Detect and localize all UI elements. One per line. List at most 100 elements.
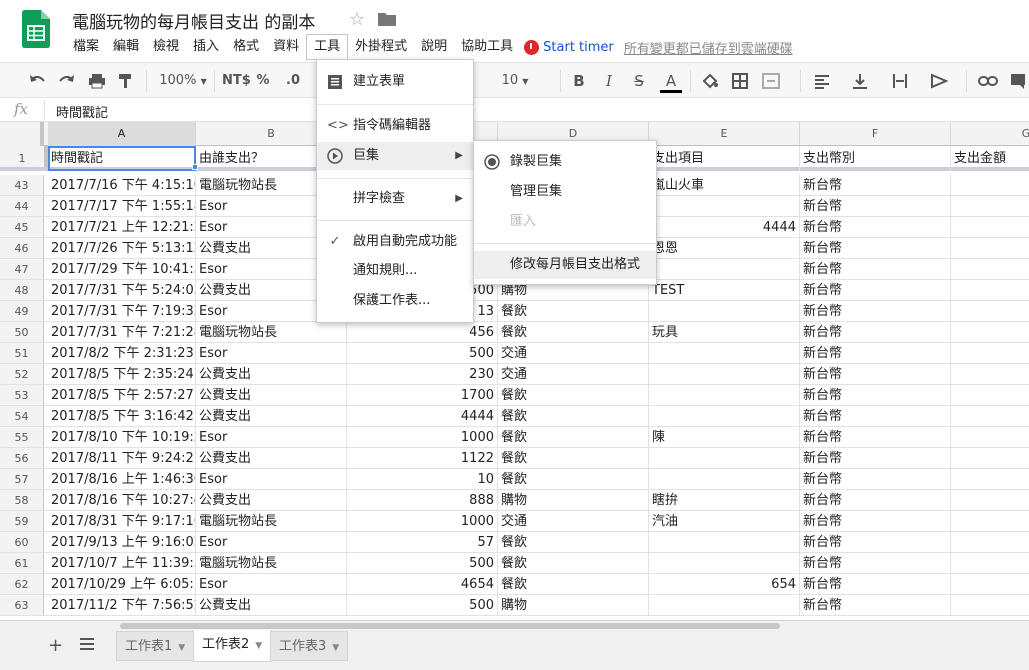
cell-total[interactable]	[951, 217, 1029, 238]
cell-category[interactable]: 餐飲	[498, 448, 649, 469]
cell-item[interactable]: 4444	[649, 217, 800, 238]
column-header-e[interactable]: E	[649, 122, 800, 146]
cell-timestamp[interactable]: 2017/7/29 下午 10:41:51	[48, 259, 196, 280]
cell-currency[interactable]: 新台幣	[800, 217, 951, 238]
cell-total[interactable]	[951, 595, 1029, 616]
cell-amount[interactable]: 500	[347, 595, 498, 616]
menu-item-script-editor[interactable]: <> 指令碼編輯器	[317, 112, 473, 140]
percent-format-button[interactable]: %	[254, 71, 272, 91]
cell-timestamp[interactable]: 2017/7/31 下午 7:19:32	[48, 301, 196, 322]
cell-item[interactable]: 汽油	[649, 511, 800, 532]
menu-edit[interactable]: 編輯	[106, 34, 146, 60]
menu-item-macro-format[interactable]: 修改每月帳目支出格式	[474, 251, 656, 279]
all-sheets-icon[interactable]	[80, 638, 94, 650]
cell-category[interactable]: 餐飲	[498, 406, 649, 427]
cell-amount[interactable]: 4444	[347, 406, 498, 427]
cell-item[interactable]	[649, 406, 800, 427]
menu-insert[interactable]: 插入	[186, 34, 226, 60]
cell-item[interactable]: 恩恩	[649, 238, 800, 259]
menu-item-autocomplete[interactable]: ✓ 啟用自動完成功能	[317, 228, 473, 256]
cell-category[interactable]: 餐飲	[498, 532, 649, 553]
cell-payer[interactable]: Esor	[196, 469, 347, 490]
cell-item[interactable]: 瞎拚	[649, 490, 800, 511]
cell-total[interactable]	[951, 469, 1029, 490]
cell-item[interactable]	[649, 553, 800, 574]
cell-category[interactable]: 餐飲	[498, 322, 649, 343]
insert-comment-icon[interactable]	[1010, 73, 1026, 89]
cell-category[interactable]: 餐飲	[498, 427, 649, 448]
cell-category[interactable]: 餐飲	[498, 469, 649, 490]
sheet-tab-2[interactable]: 工作表2 ▼	[193, 630, 272, 662]
sheet-tab-1[interactable]: 工作表1 ▼	[116, 631, 195, 661]
menu-file[interactable]: 檔案	[66, 34, 106, 60]
cell-currency[interactable]: 新台幣	[800, 406, 951, 427]
cell-currency[interactable]: 新台幣	[800, 175, 951, 196]
start-timer-button[interactable]: Start timer	[524, 39, 614, 55]
row-number[interactable]: 63	[0, 595, 44, 615]
cell-category[interactable]: 餐飲	[498, 574, 649, 595]
cell-f1[interactable]: 支出幣別	[800, 146, 951, 171]
row-number[interactable]: 54	[0, 406, 44, 426]
menu-item-notification-rules[interactable]: 通知規則...	[317, 257, 473, 285]
row-number[interactable]: 50	[0, 322, 44, 342]
cell-category[interactable]: 購物	[498, 490, 649, 511]
cell-currency[interactable]: 新台幣	[800, 427, 951, 448]
cell-total[interactable]	[951, 196, 1029, 217]
cell-payer[interactable]: 電腦玩物站長	[196, 511, 347, 532]
cell-total[interactable]	[951, 364, 1029, 385]
cell-category[interactable]: 交通	[498, 364, 649, 385]
cell-currency[interactable]: 新台幣	[800, 238, 951, 259]
row-number[interactable]: 57	[0, 469, 44, 489]
row-number[interactable]: 55	[0, 427, 44, 447]
menu-item-spelling[interactable]: 拼字檢查 ▶	[317, 185, 473, 213]
chevron-down-icon[interactable]: ▼	[178, 643, 185, 653]
cell-item[interactable]	[649, 259, 800, 280]
menu-view[interactable]: 檢視	[146, 34, 186, 60]
cell-currency[interactable]: 新台幣	[800, 448, 951, 469]
bold-button[interactable]: B	[570, 71, 588, 91]
cell-amount[interactable]: 500	[347, 343, 498, 364]
print-icon[interactable]	[88, 73, 106, 89]
paint-format-icon[interactable]	[118, 73, 134, 89]
cell-total[interactable]	[951, 448, 1029, 469]
borders-icon[interactable]	[732, 73, 748, 89]
cell-timestamp[interactable]: 2017/7/31 下午 7:21:28	[48, 322, 196, 343]
cell-currency[interactable]: 新台幣	[800, 553, 951, 574]
zoom-select[interactable]: 100% ▼	[156, 71, 210, 91]
menu-item-record-macro[interactable]: 錄製巨集	[474, 148, 656, 176]
cell-timestamp[interactable]: 2017/8/10 下午 10:19:25	[48, 427, 196, 448]
row-number[interactable]: 53	[0, 385, 44, 405]
sheets-logo-icon[interactable]	[22, 10, 50, 48]
row-number[interactable]: 46	[0, 238, 44, 258]
cell-payer[interactable]: 公費支出	[196, 595, 347, 616]
text-color-button[interactable]: A	[660, 71, 682, 93]
cell-item[interactable]: 654	[649, 574, 800, 595]
cell-payer[interactable]: 公費支出	[196, 490, 347, 511]
cell-total[interactable]	[951, 406, 1029, 427]
cell-timestamp[interactable]: 2017/10/29 上午 6:05:11	[48, 574, 196, 595]
row-number[interactable]: 48	[0, 280, 44, 300]
cell-item[interactable]	[649, 364, 800, 385]
row-number[interactable]: 62	[0, 574, 44, 594]
cell-item[interactable]: TEST	[649, 280, 800, 301]
cell-category[interactable]: 餐飲	[498, 301, 649, 322]
folder-icon[interactable]	[378, 12, 396, 26]
cell-amount[interactable]: 1000	[347, 511, 498, 532]
cell-a1[interactable]: 時間戳記	[48, 146, 196, 171]
cell-payer[interactable]: Esor	[196, 427, 347, 448]
cell-currency[interactable]: 新台幣	[800, 301, 951, 322]
cell-category[interactable]: 餐飲	[498, 553, 649, 574]
menu-item-manage-macros[interactable]: 管理巨集	[474, 178, 656, 206]
row-number[interactable]: 1	[0, 146, 48, 167]
currency-format-button[interactable]: NT$	[222, 71, 251, 91]
fill-color-icon[interactable]	[702, 73, 718, 89]
cell-payer[interactable]: 公費支出	[196, 385, 347, 406]
select-all-corner[interactable]	[0, 122, 44, 146]
chevron-down-icon[interactable]: ▼	[255, 641, 262, 651]
cell-amount[interactable]: 1122	[347, 448, 498, 469]
cell-amount[interactable]: 1000	[347, 427, 498, 448]
chevron-down-icon[interactable]: ▼	[332, 643, 339, 653]
cell-total[interactable]	[951, 427, 1029, 448]
cell-currency[interactable]: 新台幣	[800, 343, 951, 364]
cell-currency[interactable]: 新台幣	[800, 259, 951, 280]
